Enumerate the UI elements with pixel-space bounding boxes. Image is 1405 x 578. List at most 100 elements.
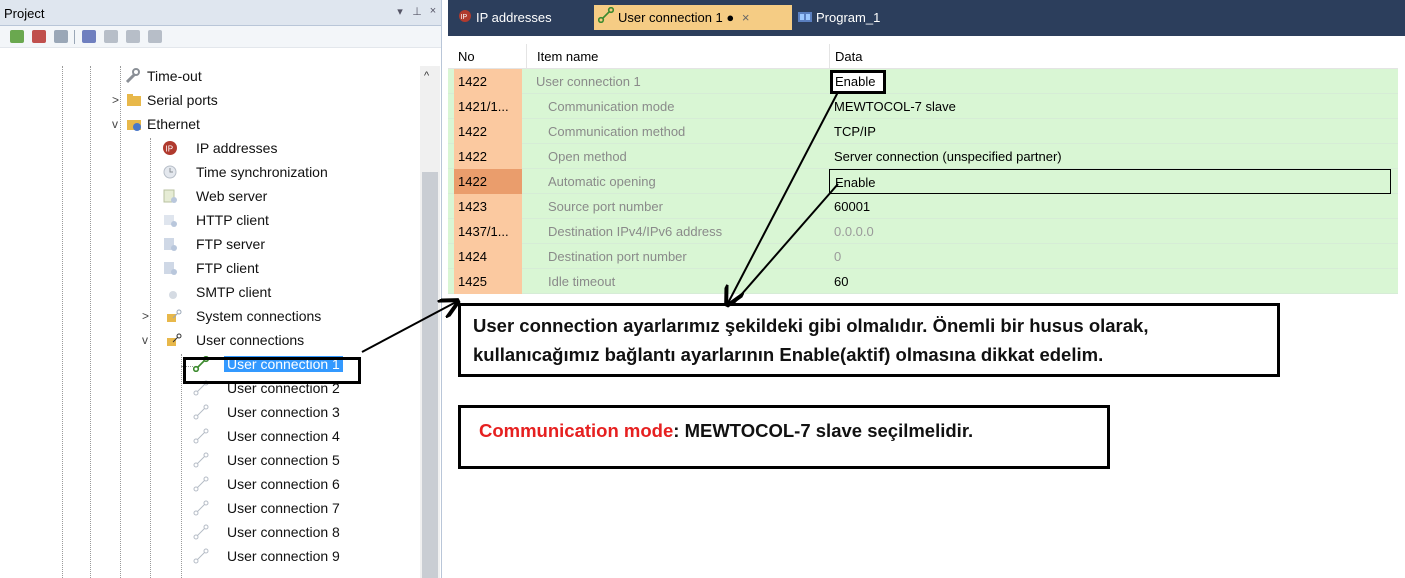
column-header-no[interactable]: No [454,44,522,69]
add-node-icon[interactable] [10,30,24,43]
row-item-name: Communication mode [548,99,675,114]
project-tree: Time-out > Serial ports v Ethernet IP IP… [0,66,420,578]
tree-item-user-connection-3[interactable]: User connection 3 [190,402,420,426]
row-item-name: Destination IPv4/IPv6 address [548,224,723,239]
tree-item-smtp-client[interactable]: SMTP client [150,282,420,306]
toolbar-separator [74,30,75,44]
smtp-client-icon [162,284,178,300]
tree-item-user-connection-4[interactable]: User connection 4 [190,426,420,450]
tab-program-1[interactable]: Program_1 [798,5,908,30]
book-edit-icon[interactable] [126,30,140,43]
annotation-text-line-2: kullanıcağımız bağlantı ayarlarının Enab… [473,344,1104,365]
tree-item-ip-addresses[interactable]: IP IP addresses [150,138,420,162]
row-data-value[interactable]: Server connection (unspecified partner) [829,144,1398,169]
tree-guide-line [62,66,63,578]
connection-icon [597,6,615,31]
filter-icon[interactable] [54,30,68,43]
tree-item-label: FTP server [196,236,265,252]
table-row[interactable]: 1437/1... Destination IPv4/IPv6 address … [448,219,1398,244]
row-data-value[interactable]: Enable [829,169,1391,194]
tree-item-system-connections[interactable]: > System connections [138,306,420,330]
ip-icon: IP [458,6,472,31]
tree-item-user-connection-7[interactable]: User connection 7 [190,498,420,522]
table-row[interactable]: 1421/1... Communication mode MEWTOCOL-7 … [448,94,1398,119]
svg-text:IP: IP [461,14,468,21]
expand-arrow-icon[interactable]: > [142,309,149,323]
close-pane-button[interactable]: × [426,5,440,17]
annotation-text-line-1: User connection ayarlarımız şekildeki gi… [473,315,1149,336]
row-data-value[interactable]: Enable [829,69,1398,94]
connection-icon [193,452,209,468]
tab-user-connection-1[interactable]: User connection 1 ● × [594,5,792,30]
connection-icon [193,548,209,564]
tree-item-ethernet[interactable]: v Ethernet [108,114,408,138]
table-row[interactable]: 1422 User connection 1 Enable [448,69,1398,94]
scroll-up-button[interactable]: ^ [424,70,429,82]
http-client-icon [162,212,178,228]
row-item-name: Destination port number [548,249,687,264]
scrollbar-thumb[interactable] [422,172,438,578]
row-data-value[interactable]: TCP/IP [829,119,1398,144]
table-row-selected[interactable]: 1422 Automatic opening Enable [448,169,1398,194]
tree-item-label: User connection 4 [227,428,340,444]
annotation-text: Communication mode: MEWTOCOL-7 slave seç… [479,420,973,442]
table-row[interactable]: 1423 Source port number 60001 [448,194,1398,219]
pane-menu-button[interactable]: ▾ [393,5,407,18]
table-row[interactable]: 1422 Communication method TCP/IP [448,119,1398,144]
row-item-name: Automatic opening [548,174,656,189]
tree-item-label: SMTP client [196,284,272,300]
row-item-name: Communication method [548,124,686,139]
connection-icon [193,524,209,540]
tree-guide-line [90,66,91,578]
table-row[interactable]: 1424 Destination port number 0 [448,244,1398,269]
row-number: 1421/1... [454,94,522,119]
expand-arrow-icon[interactable]: > [112,93,119,107]
layers-icon[interactable] [82,30,96,43]
pin-button[interactable]: ⊥ [410,5,424,18]
tree-item-web-server[interactable]: Web server [150,186,420,210]
tree-item-label: User connection 9 [227,548,340,564]
collapse-arrow-icon[interactable]: v [112,117,118,131]
tree-item-user-connection-6[interactable]: User connection 6 [190,474,420,498]
collapse-arrow-icon[interactable]: v [142,333,148,347]
tree-item-ftp-server[interactable]: FTP server [150,234,420,258]
column-header-data[interactable]: Data [829,44,1398,69]
ip-icon: IP [162,140,178,156]
row-data-value[interactable]: MEWTOCOL-7 slave [829,94,1398,119]
connection-icon [166,332,182,348]
tree-item-user-connection-5[interactable]: User connection 5 [190,450,420,474]
tree-scrollbar[interactable]: ^ [420,66,440,578]
tree-guide-line [181,354,182,578]
row-data-value[interactable]: 60 [829,269,1398,294]
tree-item-ftp-client[interactable]: FTP client [150,258,420,282]
tree-item-user-connection-9[interactable]: User connection 9 [190,546,420,570]
tree-item-user-connections[interactable]: v User connections [138,330,420,354]
row-data-value[interactable]: 60001 [829,194,1398,219]
book-icon[interactable] [104,30,118,43]
tree-item-time-out[interactable]: Time-out [120,66,420,90]
row-data-value[interactable]: 0.0.0.0 [829,219,1398,244]
tree-item-user-connection-8[interactable]: User connection 8 [190,522,420,546]
table-row[interactable]: 1422 Open method Server connection (unsp… [448,144,1398,169]
enable-value-highlight[interactable]: Enable [830,70,887,94]
column-header-item-name[interactable]: Item name [526,44,829,69]
table-row[interactable]: 1425 Idle timeout 60 [448,269,1398,294]
tree-item-serial-ports[interactable]: > Serial ports [108,90,408,114]
branch-icon[interactable] [32,30,46,43]
close-tab-icon[interactable]: × [742,10,750,25]
connection-icon [193,476,209,492]
tree-item-label: User connection 6 [227,476,340,492]
project-toolbar [0,26,441,48]
wrench-icon [124,68,140,84]
annotation-highlight-term: Communication mode [479,420,674,441]
tree-item-http-client[interactable]: HTTP client [150,210,420,234]
connection-icon [166,308,182,324]
tree-item-time-synchronization[interactable]: Time synchronization [150,162,420,186]
row-data-value[interactable]: 0 [829,244,1398,269]
tree-item-label: HTTP client [196,212,269,228]
stack-icon[interactable] [148,30,162,43]
tab-ip-addresses[interactable]: IP IP addresses [456,5,574,30]
editor-area: IP IP addresses User connection 1 ● × Pro… [448,0,1405,578]
tree-item-label: IP addresses [196,140,278,156]
row-number: 1422 [454,119,522,144]
